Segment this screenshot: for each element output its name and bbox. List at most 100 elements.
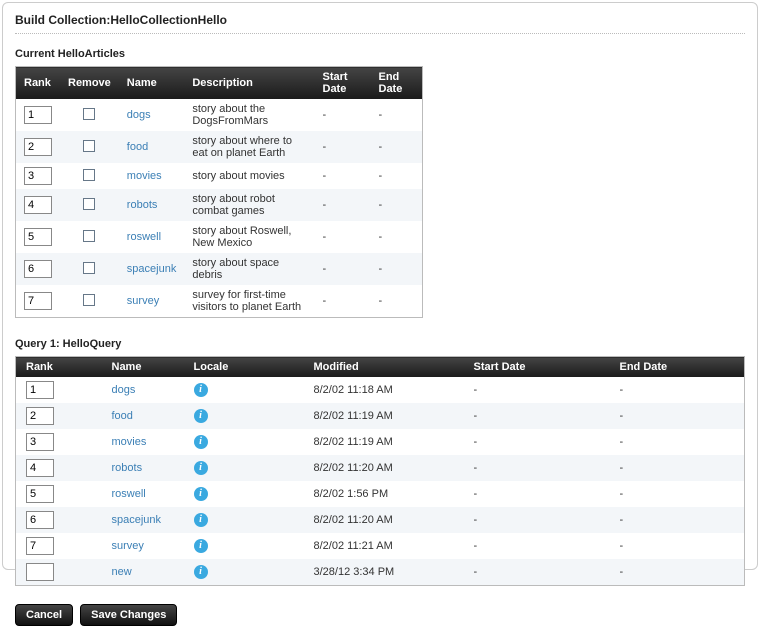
article-name-link[interactable]: spacejunk bbox=[127, 263, 177, 275]
article-name-link[interactable]: roswell bbox=[112, 488, 146, 500]
rank-input[interactable] bbox=[24, 260, 52, 278]
start-date-cell: - bbox=[466, 559, 612, 586]
rank-input[interactable] bbox=[26, 459, 54, 477]
col-locale: Locale bbox=[186, 357, 306, 378]
article-description: story about robot combat games bbox=[184, 189, 314, 221]
article-name-link[interactable]: dogs bbox=[112, 384, 136, 396]
article-name-link[interactable]: new bbox=[112, 566, 132, 578]
end-date-cell: - bbox=[612, 559, 745, 586]
remove-checkbox[interactable] bbox=[83, 262, 95, 274]
col-end-date: End Date bbox=[371, 67, 423, 100]
end-date-cell: - bbox=[371, 285, 423, 318]
rank-input[interactable] bbox=[24, 167, 52, 185]
rank-input[interactable] bbox=[24, 292, 52, 310]
end-date-cell: - bbox=[612, 403, 745, 429]
rank-input[interactable] bbox=[24, 196, 52, 214]
current-articles-table: Rank Remove Name Description Start Date … bbox=[15, 66, 423, 318]
cancel-button[interactable]: Cancel bbox=[15, 604, 73, 626]
info-icon[interactable]: i bbox=[194, 487, 208, 501]
article-name-link[interactable]: food bbox=[127, 141, 148, 153]
start-date-cell: - bbox=[466, 377, 612, 403]
rank-input[interactable] bbox=[26, 381, 54, 399]
save-changes-button[interactable]: Save Changes bbox=[80, 604, 177, 626]
end-date-cell: - bbox=[612, 455, 745, 481]
table-row: moviesi8/2/02 11:19 AM-- bbox=[16, 429, 745, 455]
col-name: Name bbox=[104, 357, 186, 378]
remove-checkbox[interactable] bbox=[83, 108, 95, 120]
info-icon[interactable]: i bbox=[194, 435, 208, 449]
end-date-cell: - bbox=[612, 377, 745, 403]
article-name-link[interactable]: dogs bbox=[127, 109, 151, 121]
col-start-date: Start Date bbox=[466, 357, 612, 378]
modified-cell: 8/2/02 11:20 AM bbox=[306, 507, 466, 533]
start-date-cell: - bbox=[315, 131, 371, 163]
rank-input[interactable] bbox=[26, 485, 54, 503]
col-modified: Modified bbox=[306, 357, 466, 378]
modified-cell: 8/2/02 11:19 AM bbox=[306, 403, 466, 429]
col-start-date: Start Date bbox=[315, 67, 371, 100]
rank-input[interactable] bbox=[26, 407, 54, 425]
table-row: surveyi8/2/02 11:21 AM-- bbox=[16, 533, 745, 559]
end-date-cell: - bbox=[612, 481, 745, 507]
end-date-cell: - bbox=[371, 99, 423, 131]
rank-input[interactable] bbox=[26, 537, 54, 555]
remove-checkbox[interactable] bbox=[83, 140, 95, 152]
start-date-cell: - bbox=[315, 253, 371, 285]
remove-checkbox[interactable] bbox=[83, 294, 95, 306]
article-description: story about the DogsFromMars bbox=[184, 99, 314, 131]
info-icon[interactable]: i bbox=[194, 383, 208, 397]
info-icon[interactable]: i bbox=[194, 461, 208, 475]
table-row: dogsi8/2/02 11:18 AM-- bbox=[16, 377, 745, 403]
table-row: food story about where to eat on planet E… bbox=[16, 131, 423, 163]
table-row: spacejunkstory about space debris-- bbox=[16, 253, 423, 285]
table-row: newi3/28/12 3:34 PM-- bbox=[16, 559, 745, 586]
table-row: moviesstory about movies-- bbox=[16, 163, 423, 189]
end-date-cell: - bbox=[371, 163, 423, 189]
article-name-link[interactable]: robots bbox=[127, 199, 158, 211]
col-end-date: End Date bbox=[612, 357, 745, 378]
info-icon[interactable]: i bbox=[194, 565, 208, 579]
article-name-link[interactable]: roswell bbox=[127, 231, 161, 243]
remove-checkbox[interactable] bbox=[83, 230, 95, 242]
article-description: story about where to eat on planet Earth bbox=[184, 131, 314, 163]
start-date-cell: - bbox=[466, 429, 612, 455]
rank-input[interactable] bbox=[24, 106, 52, 124]
start-date-cell: - bbox=[466, 507, 612, 533]
end-date-cell: - bbox=[371, 253, 423, 285]
article-name-link[interactable]: food bbox=[112, 410, 133, 422]
end-date-cell: - bbox=[612, 533, 745, 559]
rank-input[interactable] bbox=[24, 138, 52, 156]
article-name-link[interactable]: spacejunk bbox=[112, 514, 162, 526]
article-name-link[interactable]: survey bbox=[127, 295, 159, 307]
col-remove: Remove bbox=[60, 67, 119, 100]
article-description: story about movies bbox=[184, 163, 314, 189]
start-date-cell: - bbox=[466, 481, 612, 507]
start-date-cell: - bbox=[466, 533, 612, 559]
page-title: Build Collection:HelloCollectionHello bbox=[15, 13, 745, 27]
article-name-link[interactable]: movies bbox=[112, 436, 147, 448]
remove-checkbox[interactable] bbox=[83, 198, 95, 210]
rank-input[interactable] bbox=[26, 511, 54, 529]
start-date-cell: - bbox=[315, 163, 371, 189]
col-name: Name bbox=[119, 67, 185, 100]
section-query-title: Query 1: HelloQuery bbox=[15, 338, 745, 350]
end-date-cell: - bbox=[371, 221, 423, 253]
rank-input[interactable] bbox=[24, 228, 52, 246]
article-name-link[interactable]: survey bbox=[112, 540, 144, 552]
table-row: robotsi8/2/02 11:20 AM-- bbox=[16, 455, 745, 481]
start-date-cell: - bbox=[315, 221, 371, 253]
info-icon[interactable]: i bbox=[194, 513, 208, 527]
rank-input[interactable] bbox=[26, 433, 54, 451]
info-icon[interactable]: i bbox=[194, 539, 208, 553]
divider bbox=[15, 33, 745, 34]
rank-input[interactable] bbox=[26, 563, 54, 581]
modified-cell: 8/2/02 11:19 AM bbox=[306, 429, 466, 455]
table-row: spacejunki8/2/02 11:20 AM-- bbox=[16, 507, 745, 533]
modified-cell: 8/2/02 11:20 AM bbox=[306, 455, 466, 481]
remove-checkbox[interactable] bbox=[83, 169, 95, 181]
article-name-link[interactable]: movies bbox=[127, 170, 162, 182]
modified-cell: 8/2/02 11:18 AM bbox=[306, 377, 466, 403]
info-icon[interactable]: i bbox=[194, 409, 208, 423]
article-name-link[interactable]: robots bbox=[112, 462, 143, 474]
col-description: Description bbox=[184, 67, 314, 100]
